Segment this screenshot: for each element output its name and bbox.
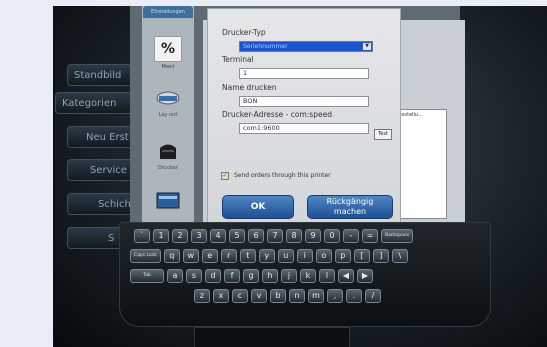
pos-screen: Standbild Kategorien Neu Erst Service Sc… bbox=[55, 6, 547, 347]
key-char[interactable]: n bbox=[289, 289, 305, 303]
key-char[interactable]: 6 bbox=[248, 229, 264, 243]
tool-label: Lay out bbox=[158, 112, 178, 118]
keyboard-row-3: Tab a s d f g h j k l ◀ ▶ bbox=[130, 269, 373, 283]
onscreen-keyboard: ` 1 2 3 4 5 6 7 8 9 0- = Backspace Caps Lock q w e r t y u i… bbox=[119, 222, 491, 327]
keyboard-row-4: z x c v b n m,. / bbox=[194, 289, 381, 303]
key-char[interactable]: r bbox=[220, 249, 237, 263]
key-char[interactable]: u bbox=[277, 249, 294, 263]
test-button[interactable]: Test bbox=[374, 129, 392, 140]
key-char[interactable]: y bbox=[258, 249, 275, 263]
key-char[interactable]: w bbox=[182, 249, 199, 263]
bg-button-standbild[interactable]: Standbild bbox=[67, 64, 137, 86]
key-char[interactable]: - bbox=[343, 229, 359, 243]
key-char[interactable]: g bbox=[243, 269, 259, 283]
key-char[interactable]: x bbox=[213, 289, 229, 303]
printer-type-label: Drucker-Typ bbox=[222, 28, 266, 37]
key-char[interactable]: f bbox=[224, 269, 240, 283]
key-char[interactable]: k bbox=[300, 269, 316, 283]
key-char[interactable]: i bbox=[296, 249, 313, 263]
chevron-down-icon[interactable]: ▼ bbox=[363, 43, 371, 50]
key-char[interactable]: 5 bbox=[229, 229, 245, 243]
terminal-input[interactable]: 1 bbox=[239, 68, 369, 79]
key-char[interactable]: v bbox=[251, 289, 267, 303]
bg-button-neu-erst[interactable]: Neu Erst bbox=[67, 126, 137, 148]
key-char[interactable]: h bbox=[262, 269, 278, 283]
key-char[interactable]: e bbox=[201, 249, 218, 263]
percent-icon: % bbox=[154, 36, 182, 62]
keyboard-row-2: Caps Lock q w e r t y u i o p[] \ bbox=[130, 249, 408, 263]
tool-label: Mwst bbox=[161, 64, 175, 70]
key-char[interactable]: p bbox=[334, 249, 351, 263]
key-char[interactable]: q bbox=[163, 249, 180, 263]
key-char[interactable]: 4 bbox=[210, 229, 226, 243]
bg-button-kategorien[interactable]: Kategorien bbox=[55, 92, 137, 114]
key-char[interactable]: \ bbox=[391, 249, 408, 263]
key-char[interactable]: = bbox=[362, 229, 378, 243]
key-char[interactable]: c bbox=[232, 289, 248, 303]
key-char[interactable]: d bbox=[205, 269, 221, 283]
send-orders-label: Send orders through this printer bbox=[234, 172, 331, 179]
key-char[interactable]: ◀ bbox=[338, 269, 354, 283]
tool-label: Drucker bbox=[158, 165, 178, 171]
send-orders-checkbox[interactable]: ✓ bbox=[221, 172, 229, 180]
bg-button-schicht[interactable]: Schich bbox=[67, 193, 137, 215]
key-char[interactable]: [ bbox=[353, 249, 370, 263]
printer-settings-dialog: Drucker-Typ Seriennummer ▼ Terminal 1 Na… bbox=[207, 8, 401, 228]
key-char[interactable]: 2 bbox=[172, 229, 188, 243]
printer-address-label: Drucker-Adresse - com:speed bbox=[222, 110, 332, 119]
key-char[interactable]: 9 bbox=[305, 229, 321, 243]
key-char[interactable]: a bbox=[167, 269, 183, 283]
ok-button[interactable]: OK bbox=[222, 195, 294, 219]
key-char[interactable]: o bbox=[315, 249, 332, 263]
key-char[interactable]: t bbox=[239, 249, 256, 263]
key-char[interactable]: b bbox=[270, 289, 286, 303]
key-char[interactable]: 8 bbox=[286, 229, 302, 243]
key-char[interactable]: 0 bbox=[324, 229, 340, 243]
printer-drive-icon bbox=[155, 86, 181, 110]
keyboard-row-1: ` 1 2 3 4 5 6 7 8 9 0- = Backspace bbox=[134, 229, 414, 243]
keyboard-base bbox=[194, 327, 350, 347]
key-char[interactable]: z bbox=[194, 289, 210, 303]
key-caps-lock[interactable]: Caps Lock bbox=[130, 249, 161, 263]
key-char[interactable]: m bbox=[308, 289, 324, 303]
tool-mwst[interactable]: % Mwst bbox=[151, 36, 185, 70]
printer-address-input[interactable]: com1:9600 bbox=[239, 123, 369, 134]
undo-button-line1: Rückgängig bbox=[326, 197, 374, 206]
key-char[interactable]: . bbox=[346, 289, 362, 303]
terminal-label: Terminal bbox=[222, 55, 254, 64]
settings-tab[interactable]: Einstellungen bbox=[143, 6, 193, 18]
order-list-header: Bestellu... bbox=[398, 112, 423, 118]
key-char[interactable]: j bbox=[281, 269, 297, 283]
bg-button-service[interactable]: Service bbox=[67, 159, 137, 181]
card-reader-icon bbox=[155, 189, 181, 213]
print-name-label: Name drucken bbox=[222, 83, 277, 92]
key-char[interactable]: ▶ bbox=[357, 269, 373, 283]
undo-button[interactable]: Rückgängig machen bbox=[307, 195, 393, 219]
printer-icon bbox=[155, 139, 181, 163]
key-tab[interactable]: Tab bbox=[130, 269, 164, 283]
key-char[interactable]: / bbox=[365, 289, 381, 303]
undo-button-line2: machen bbox=[333, 207, 367, 216]
key-char[interactable]: ` bbox=[134, 229, 150, 243]
tool-card-reader[interactable] bbox=[151, 189, 185, 213]
key-char[interactable]: 7 bbox=[267, 229, 283, 243]
left-margin bbox=[0, 0, 55, 347]
key-char[interactable]: s bbox=[186, 269, 202, 283]
key-char[interactable]: l bbox=[319, 269, 335, 283]
key-char[interactable]: , bbox=[327, 289, 343, 303]
order-list[interactable]: Bestellu... bbox=[395, 109, 447, 219]
key-char[interactable]: ] bbox=[372, 249, 389, 263]
key-char[interactable]: 3 bbox=[191, 229, 207, 243]
key-backspace[interactable]: Backspace bbox=[381, 229, 414, 243]
printer-type-select[interactable]: Seriennummer ▼ bbox=[239, 41, 373, 52]
print-name-input[interactable]: BON bbox=[239, 96, 369, 107]
printer-type-value: Seriennummer bbox=[243, 43, 288, 50]
tool-drucker[interactable]: Drucker bbox=[151, 139, 185, 171]
key-char[interactable]: 1 bbox=[153, 229, 169, 243]
tool-layout[interactable]: Lay out bbox=[151, 86, 185, 118]
